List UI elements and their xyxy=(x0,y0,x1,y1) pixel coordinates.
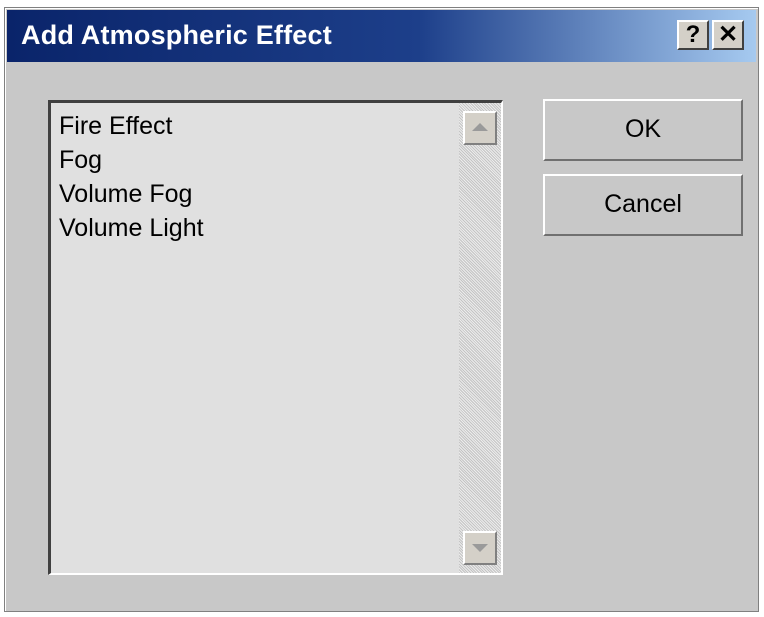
effects-list: Fire Effect Fog Volume Fog Volume Light xyxy=(59,109,204,245)
vertical-scrollbar[interactable] xyxy=(459,103,501,573)
cancel-button[interactable]: Cancel xyxy=(543,174,743,236)
arrow-down-icon xyxy=(472,544,488,552)
list-item-volume-fog[interactable]: Volume Fog xyxy=(59,177,204,211)
arrow-up-icon xyxy=(472,123,488,131)
add-atmospheric-effect-dialog: Add Atmospheric Effect ? ✕ Fire Effect F… xyxy=(4,7,759,612)
list-item-fire-effect[interactable]: Fire Effect xyxy=(59,109,204,143)
title-bar[interactable]: Add Atmospheric Effect ? ✕ xyxy=(7,10,756,62)
effects-listbox[interactable]: Fire Effect Fog Volume Fog Volume Light xyxy=(48,100,503,575)
help-button[interactable]: ? xyxy=(677,20,709,50)
scroll-down-button[interactable] xyxy=(463,531,497,565)
list-item-fog[interactable]: Fog xyxy=(59,143,204,177)
window-title: Add Atmospheric Effect xyxy=(21,20,332,50)
ok-button[interactable]: OK xyxy=(543,99,743,161)
close-button[interactable]: ✕ xyxy=(712,20,744,50)
list-item-volume-light[interactable]: Volume Light xyxy=(59,211,204,245)
scroll-up-button[interactable] xyxy=(463,111,497,145)
